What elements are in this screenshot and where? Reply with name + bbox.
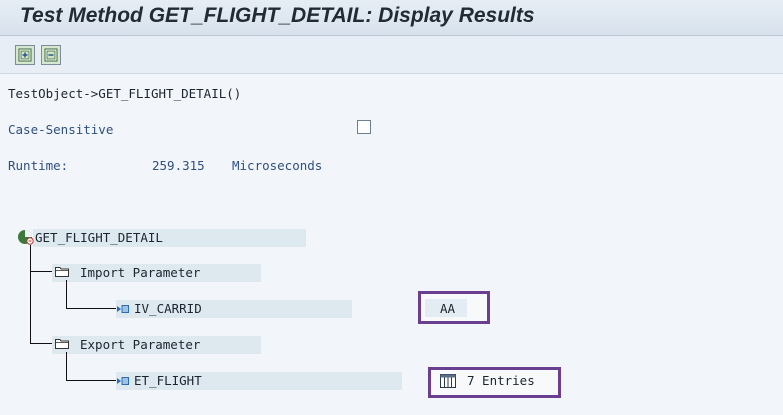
runtime-label: Runtime: bbox=[8, 158, 69, 173]
title-bar: Test Method GET_FLIGHT_DETAIL: Display R… bbox=[0, 0, 783, 36]
et-flight-label[interactable]: ET_FLIGHT bbox=[134, 373, 202, 389]
export-parameter-label[interactable]: Export Parameter bbox=[80, 337, 200, 353]
tree-line bbox=[66, 308, 116, 309]
expand-tree-icon bbox=[18, 48, 32, 62]
import-parameter-label[interactable]: Import Parameter bbox=[80, 265, 200, 281]
tree-line bbox=[30, 245, 31, 343]
iv-carrid-value: AA bbox=[440, 301, 456, 316]
import-param-icon bbox=[117, 305, 129, 313]
collapse-all-button[interactable] bbox=[41, 45, 61, 65]
et-flight-value[interactable]: 7 Entries bbox=[467, 373, 535, 389]
runtime-unit: Microseconds bbox=[232, 158, 323, 173]
folder-icon bbox=[55, 339, 69, 349]
export-param-icon bbox=[117, 377, 129, 385]
folder-icon bbox=[55, 267, 69, 277]
iv-carrid-label[interactable]: IV_CARRID bbox=[134, 301, 202, 317]
tree-line bbox=[66, 352, 67, 381]
runtime-value: 259.315 bbox=[152, 158, 205, 173]
tree-line bbox=[30, 271, 52, 272]
collapse-tree-icon bbox=[44, 48, 58, 62]
root-node-label[interactable]: GET_FLIGHT_DETAIL bbox=[35, 230, 163, 246]
call-line: TestObject->GET_FLIGHT_DETAIL() bbox=[8, 86, 242, 101]
tree-line bbox=[66, 380, 116, 381]
page-title: Test Method GET_FLIGHT_DETAIL: Display R… bbox=[20, 4, 535, 27]
table-icon[interactable] bbox=[440, 374, 456, 388]
case-sensitive-label: Case-Sensitive bbox=[8, 122, 114, 137]
method-icon bbox=[18, 230, 34, 245]
tree-line bbox=[30, 343, 52, 344]
toolbar bbox=[0, 36, 783, 74]
case-sensitive-checkbox[interactable] bbox=[357, 120, 371, 134]
tree-line bbox=[66, 280, 67, 309]
expand-all-button[interactable] bbox=[15, 45, 35, 65]
